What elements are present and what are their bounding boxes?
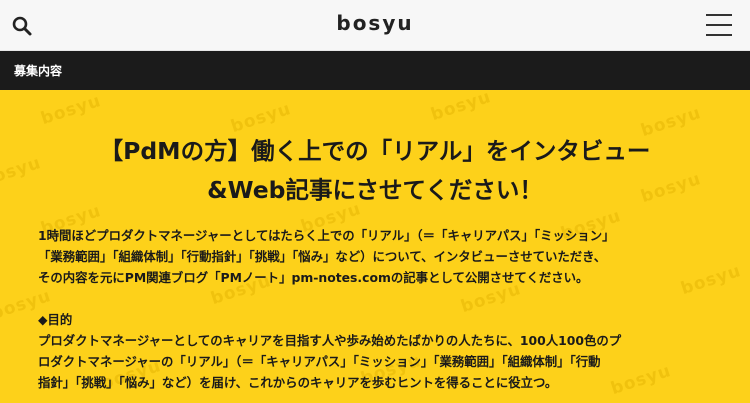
title-line: 【PdMの方】働く上での「リアル」をインタビュー [99,137,651,165]
intro-line: その内容を元にPM関連ブログ「PMノート」pm-notes.comの記事として公… [38,270,589,285]
title-line: &Web記事にさせてください！ [207,176,543,204]
goal-paragraph: プロダクトマネージャーとしてのキャリアを目指す人や歩み始めたばかりの人たちに、1… [38,330,712,393]
app-header: bosyu [0,0,750,51]
watermark-logo: bosyu [428,90,494,126]
goal-line: プロダクトマネージャーとしてのキャリアを目指す人や歩み始めたばかりの人たちに、1… [38,333,622,348]
site-logo[interactable]: bosyu [0,11,750,35]
recruitment-title: 【PdMの方】働く上での「リアル」をインタビュー &Web記事にさせてください！ [20,132,730,210]
goal-heading: ◆目的 [38,312,73,327]
section-header: 募集内容 [0,51,750,90]
recruitment-content: bosyu bosyu bosyu bosyu bosyu bosyu bosy… [0,90,750,403]
section-title: 募集内容 [14,64,63,78]
intro-line: 「業務範囲」「組織体制」「行動指針」「挑戦」「悩み」など）について、インタビュー… [38,249,607,264]
goal-line: 指針」「挑戦」「悩み」など）を届け、これからのキャリアを歩むヒントを得ることに役… [38,375,558,390]
intro-line: 1時間ほどプロダクトマネージャーとしてはたらく上での「リアル」（＝「キャリアパス… [38,228,615,243]
watermark-logo: bosyu [38,90,104,130]
goal-line: ロダクトマネージャーの「リアル」（＝「キャリアパス」「ミッション」「業務範囲」「… [38,354,601,369]
hamburger-menu-icon[interactable] [706,14,732,36]
intro-paragraph: 1時間ほどプロダクトマネージャーとしてはたらく上での「リアル」（＝「キャリアパス… [38,225,712,288]
